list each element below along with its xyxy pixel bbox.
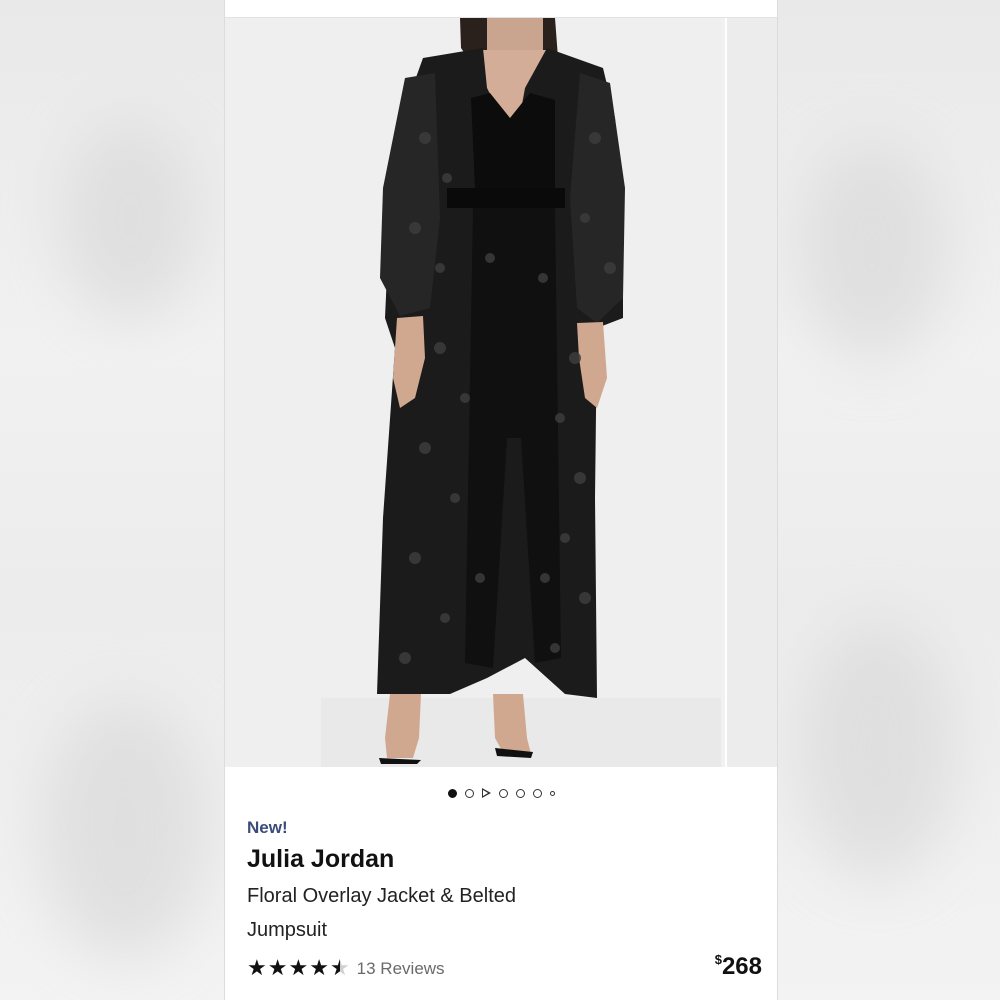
- carousel-dot[interactable]: [498, 788, 508, 798]
- carousel-dot[interactable]: [464, 788, 474, 798]
- background-blur: [797, 620, 957, 880]
- carousel-dot[interactable]: [515, 788, 525, 798]
- carousel-dot-small[interactable]: [549, 790, 555, 796]
- carousel-dot[interactable]: [532, 788, 542, 798]
- video-play-icon[interactable]: [481, 788, 491, 798]
- reviews-link[interactable]: 13 Reviews: [357, 959, 445, 979]
- product-title[interactable]: Floral Overlay Jacket & Belted Jumpsuit: [247, 879, 577, 947]
- next-photo-preview[interactable]: [725, 18, 777, 767]
- card-top-edge: [225, 0, 777, 18]
- product-photo[interactable]: [225, 18, 721, 767]
- background-left: [0, 0, 224, 1000]
- price-currency: $: [714, 952, 722, 967]
- half-star-icon: ★: [329, 956, 350, 981]
- product-card[interactable]: New! Julia Jordan Floral Overlay Jacket …: [224, 0, 778, 1000]
- rating-row[interactable]: ★ ★ ★ ★ ★ 13 Reviews: [247, 957, 445, 981]
- star-icon: ★: [267, 956, 288, 981]
- star-icon: ★: [288, 956, 309, 981]
- brand-name[interactable]: Julia Jordan: [247, 845, 394, 874]
- model-illustration: [377, 18, 625, 764]
- background-blur: [797, 140, 947, 360]
- carousel-indicators: [225, 784, 777, 802]
- background-blur: [60, 120, 200, 320]
- new-badge: New!: [247, 818, 288, 837]
- star-icon: ★: [309, 956, 329, 981]
- carousel-dot-active[interactable]: [447, 788, 457, 798]
- product-image-carousel[interactable]: [225, 18, 777, 767]
- price: $268: [715, 952, 762, 981]
- price-amount: 268: [721, 953, 762, 980]
- background-right: [777, 0, 1000, 1000]
- star-icon: ★: [247, 956, 267, 981]
- background-blur: [40, 700, 210, 960]
